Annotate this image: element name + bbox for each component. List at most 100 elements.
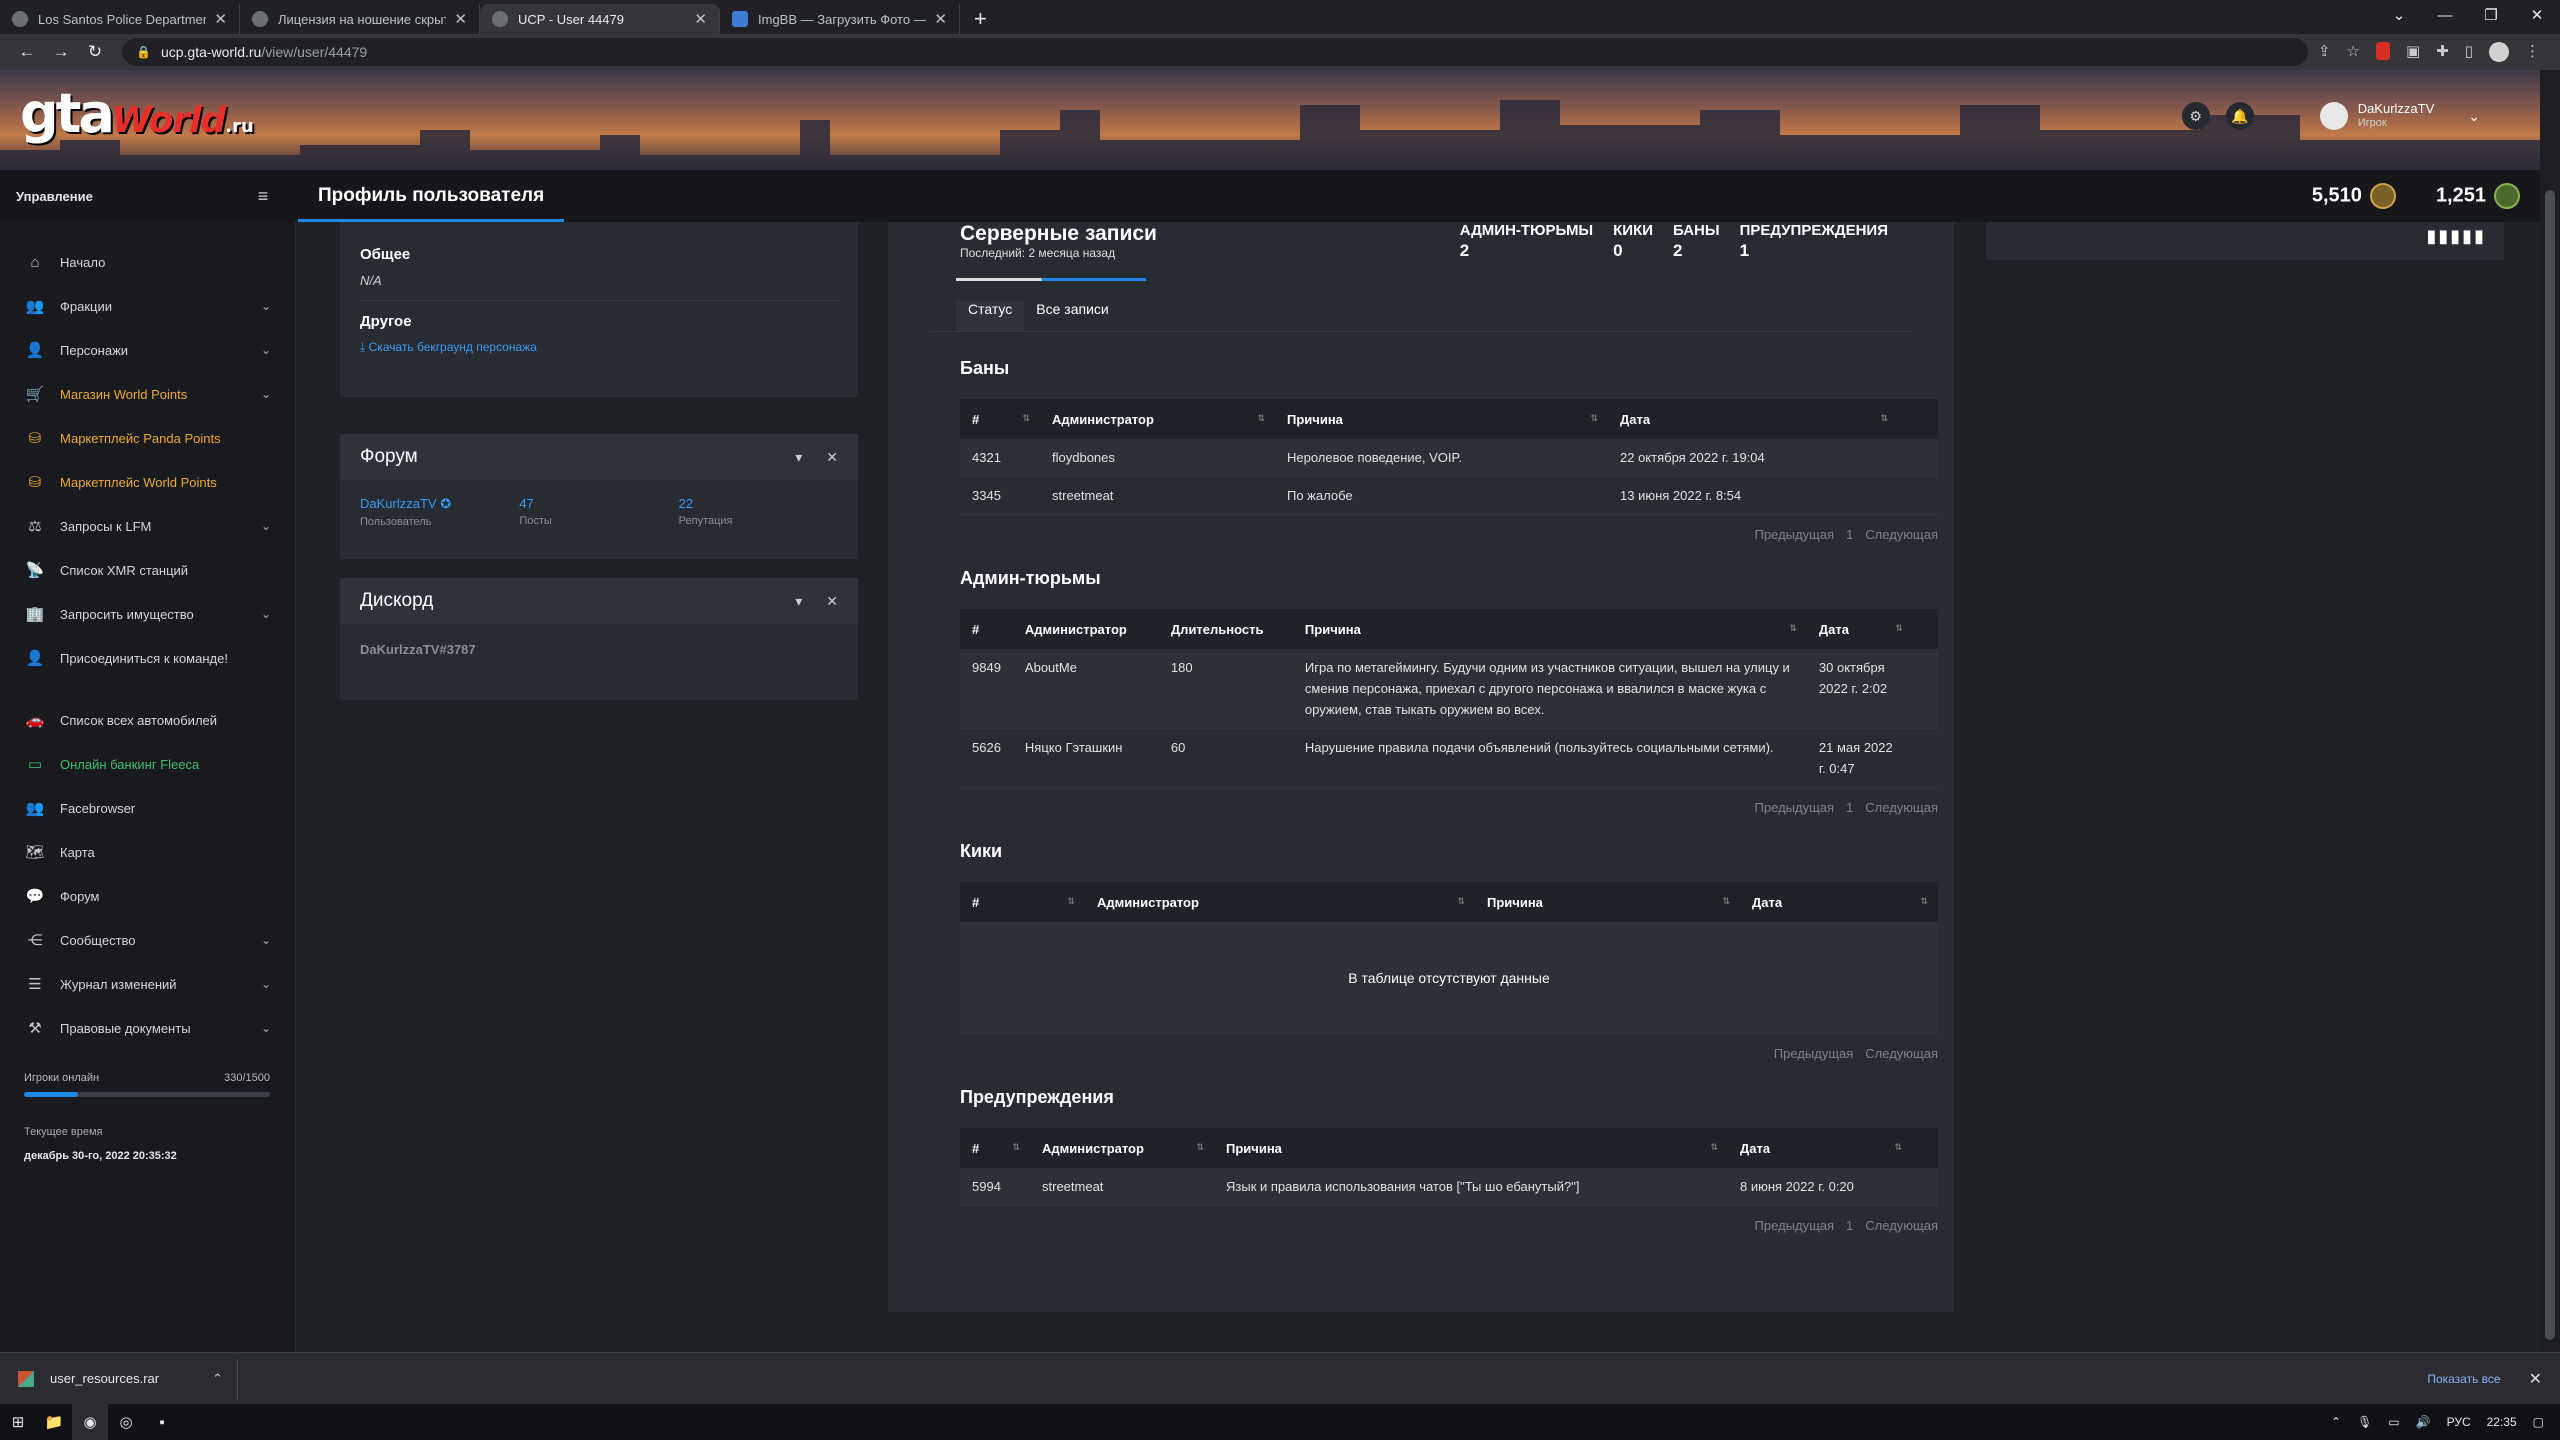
column-header[interactable]: Длительность <box>1158 609 1293 649</box>
reload-icon[interactable]: ↻ <box>78 42 112 62</box>
profile-avatar[interactable] <box>2489 42 2509 62</box>
column-header[interactable]: # ⇅ <box>960 882 1085 922</box>
tab-all-records[interactable]: Все записи <box>1024 301 1120 331</box>
next-page-button[interactable]: Следующая <box>1865 527 1938 542</box>
column-header[interactable]: Администратор <box>1012 609 1159 649</box>
sidebar-item-request-property[interactable]: 🏢 Запросить имущество ⌄ <box>0 592 295 636</box>
browser-tab[interactable]: Лицензия на ношение скрытог ✕ <box>240 4 480 34</box>
extension-icon[interactable] <box>2375 42 2390 60</box>
column-header[interactable]: Администратор ⇅ <box>1040 399 1275 439</box>
close-icon[interactable]: ✕ <box>826 449 838 466</box>
column-header[interactable]: Дата ⇅ <box>1728 1128 1912 1168</box>
next-page-button[interactable]: Следующая <box>1865 1218 1938 1233</box>
column-header[interactable]: Причина ⇅ <box>1475 882 1740 922</box>
browser-tab[interactable]: ImgBB — Загрузить Фото — Хо ✕ <box>720 4 960 34</box>
sidebar-item-lfm-requests[interactable]: ⚖ Запросы к LFM ⌄ <box>0 504 295 548</box>
browser-tab-active[interactable]: UCP - User 44479 ✕ <box>480 4 720 34</box>
sidebar-item-join-team[interactable]: 👤 Присоединиться к команде! <box>0 636 295 680</box>
site-logo[interactable]: gtaWorld.ru <box>20 82 254 145</box>
close-window-icon[interactable]: ✕ <box>2514 0 2560 30</box>
page-number[interactable]: 1 <box>1846 1218 1853 1233</box>
column-header[interactable]: Дата ⇅ <box>1608 399 1898 439</box>
bell-icon[interactable]: 🔔 <box>2225 102 2254 130</box>
sidebar-item-panda-marketplace[interactable]: ⛁ Маркетплейс Panda Points <box>0 416 295 460</box>
sidebar-item-facebrowser[interactable]: 👥 Facebrowser <box>0 786 295 830</box>
collapse-icon[interactable]: ▾ <box>795 593 802 610</box>
settings-icon[interactable]: ⚙ <box>2181 102 2210 130</box>
url-input[interactable]: 🔒 ucp.gta-world.ru/view/user/44479 <box>122 38 2308 66</box>
input-language[interactable]: РУС <box>2447 1415 2471 1429</box>
share-icon[interactable]: ⇪ <box>2318 42 2331 62</box>
close-tab-icon[interactable]: ✕ <box>694 10 707 28</box>
browser-tab[interactable]: Los Santos Police Department - I ✕ <box>0 4 240 34</box>
file-explorer-icon[interactable]: 📁 <box>36 1404 72 1440</box>
sidebar-item-vehicles[interactable]: 🚗 Список всех автомобилей <box>0 698 295 742</box>
sidebar-item-forum[interactable]: 💬 Форум <box>0 874 295 918</box>
prev-page-button[interactable]: Предыдущая <box>1774 1046 1854 1061</box>
forum-username[interactable]: DaKurlzzaTV ✪ Пользователь <box>360 496 519 528</box>
column-header[interactable]: Причина ⇅ <box>1214 1128 1728 1168</box>
column-header[interactable]: # ⇅ <box>960 399 1040 439</box>
tab-search-icon[interactable]: ⌄ <box>2376 0 2422 30</box>
taskbar-clock[interactable]: 22:35 <box>2487 1415 2517 1429</box>
sidebar-item-characters[interactable]: 👤 Персонажи ⌄ <box>0 328 295 372</box>
sidebar-item-legal-docs[interactable]: ⚒ Правовые документы ⌄ <box>0 1006 295 1050</box>
minimize-icon[interactable]: — <box>2422 0 2468 30</box>
sidebar-item-factions[interactable]: 👥 Фракции ⌄ <box>0 284 295 328</box>
sidepanel-icon[interactable]: ▯ <box>2465 42 2473 62</box>
download-background-link[interactable]: ⤓ Скачать бекграунд персонажа <box>360 340 838 355</box>
new-tab-button[interactable]: + <box>960 4 1001 34</box>
extension-icon[interactable]: ▣ <box>2406 42 2420 62</box>
column-header[interactable]: Причина ⇅ <box>1275 399 1608 439</box>
sidebar-item-map[interactable]: 🗺 Карта <box>0 830 295 874</box>
menu-icon[interactable]: ⋮ <box>2525 42 2540 62</box>
column-header[interactable]: Причина ⇅ <box>1292 609 1807 649</box>
prev-page-button[interactable]: Предыдущая <box>1755 527 1835 542</box>
column-header[interactable]: # ⇅ <box>960 1128 1030 1168</box>
microphone-icon[interactable]: 🎙 <box>2357 1415 2372 1429</box>
page-scrollbar[interactable] <box>2540 70 2560 1352</box>
star-icon[interactable]: ☆ <box>2347 42 2360 62</box>
puzzle-icon[interactable]: ✚ <box>2436 42 2449 62</box>
close-tab-icon[interactable]: ✕ <box>934 10 947 28</box>
prev-page-button[interactable]: Предыдущая <box>1755 800 1835 815</box>
app-icon[interactable]: ▪ <box>144 1404 180 1440</box>
next-page-button[interactable]: Следующая <box>1865 1046 1938 1061</box>
page-number[interactable]: 1 <box>1846 527 1853 542</box>
column-header[interactable]: # <box>960 609 1013 649</box>
close-icon[interactable]: ✕ <box>826 593 838 610</box>
back-icon[interactable]: ← <box>10 42 44 62</box>
windows-start-icon[interactable]: ⊞ <box>0 1404 36 1440</box>
sidebar-item-home[interactable]: ⌂ Начало <box>0 240 295 284</box>
download-item[interactable]: user_resources.rar ⌃ <box>18 1358 238 1399</box>
sidebar-item-community[interactable]: ⋲ Сообщество ⌄ <box>0 918 295 962</box>
user-menu[interactable]: DaKurlzzaTV Игрок ⌄ <box>2319 102 2480 130</box>
volume-icon[interactable]: 🔊 <box>2416 1415 2431 1429</box>
chevron-up-icon[interactable]: ⌃ <box>212 1371 223 1387</box>
collapse-icon[interactable]: ▾ <box>795 449 802 466</box>
tab-status[interactable]: Статус <box>956 301 1025 331</box>
restore-icon[interactable]: ❐ <box>2468 0 2514 30</box>
forward-icon[interactable]: → <box>44 42 78 62</box>
network-icon[interactable]: ▭ <box>2388 1415 2399 1429</box>
sidebar-item-world-marketplace[interactable]: ⛁ Маркетплейс World Points <box>0 460 295 504</box>
close-tab-icon[interactable]: ✕ <box>214 10 227 28</box>
prev-page-button[interactable]: Предыдущая <box>1755 1218 1835 1233</box>
hamburger-menu-icon[interactable]: ≡ <box>228 186 298 207</box>
column-header[interactable]: Дата ⇅ <box>1740 882 1938 922</box>
sidebar-item-changelog[interactable]: ☰ Журнал изменений ⌄ <box>0 962 295 1006</box>
scrollbar-thumb[interactable] <box>2545 190 2555 1340</box>
column-header[interactable]: Дата ⇅ <box>1806 609 1913 649</box>
sidebar-item-xmr-stations[interactable]: 📡 Список XMR станций <box>0 548 295 592</box>
close-tab-icon[interactable]: ✕ <box>454 10 467 28</box>
column-header[interactable]: Администратор ⇅ <box>1030 1128 1214 1168</box>
show-all-downloads-button[interactable]: Показать все <box>2427 1372 2500 1386</box>
chrome-icon[interactable]: ◉ <box>72 1404 108 1440</box>
next-page-button[interactable]: Следующая <box>1865 800 1938 815</box>
close-icon[interactable]: ✕ <box>2529 1369 2542 1389</box>
sidebar-item-fleeca-banking[interactable]: ▭ Онлайн банкинг Fleeca <box>0 742 295 786</box>
page-number[interactable]: 1 <box>1846 800 1853 815</box>
column-header[interactable]: Администратор ⇅ <box>1085 882 1475 922</box>
spotify-icon[interactable]: ◎ <box>108 1404 144 1440</box>
tray-expand-icon[interactable]: ⌃ <box>2331 1415 2341 1429</box>
